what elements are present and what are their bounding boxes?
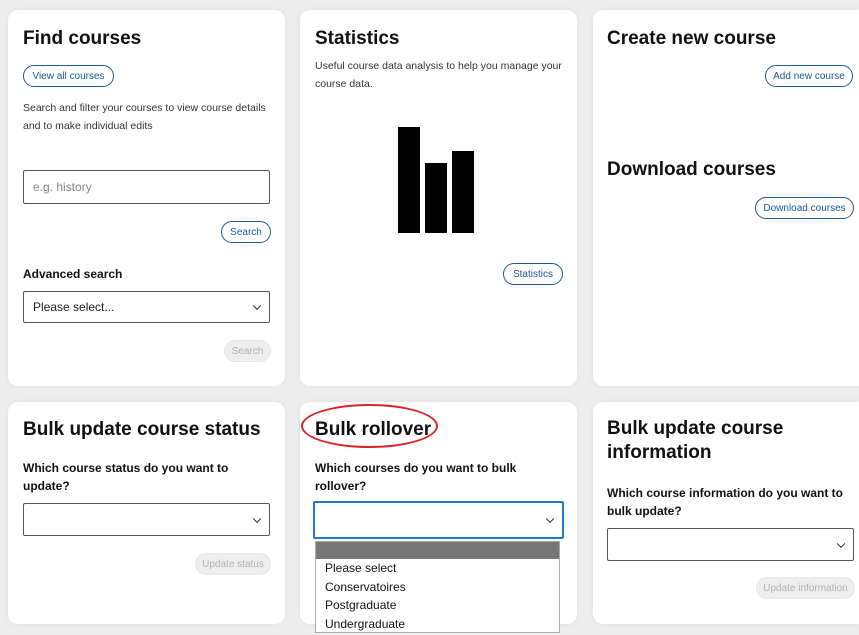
statistics-card: Statistics Useful course data analysis t…: [300, 10, 577, 386]
bulk-info-question: Which course information do you want to …: [607, 486, 843, 518]
view-all-courses-button[interactable]: View all courses: [23, 65, 114, 87]
find-courses-title: Find courses: [23, 28, 142, 49]
download-courses-button[interactable]: Download courses: [755, 197, 854, 219]
course-information-select[interactable]: [607, 528, 854, 561]
bulk-status-card: Bulk update course status Which course s…: [8, 402, 285, 624]
bulk-status-title: Bulk update course status: [23, 419, 261, 440]
chevron-down-icon: [836, 539, 846, 548]
statistics-description: Useful course data analysis to help you …: [315, 60, 562, 90]
find-courses-description: Search and filter your courses to view c…: [23, 102, 266, 132]
update-status-button[interactable]: Update status: [195, 553, 271, 575]
course-search-input[interactable]: e.g. history: [23, 170, 270, 204]
bar-chart-icon: [398, 127, 474, 233]
rollover-option-conservatoires[interactable]: Conservatoires: [316, 578, 559, 597]
statistics-title: Statistics: [315, 28, 400, 49]
chevron-down-icon: [252, 514, 262, 523]
bulk-info-title: Bulk update course information: [607, 418, 784, 463]
chevron-down-icon: [252, 301, 262, 311]
chevron-down-icon: [545, 514, 555, 524]
highlighted-option[interactable]: [316, 542, 559, 559]
download-courses-title: Download courses: [607, 159, 776, 180]
rollover-option-postgraduate[interactable]: Postgraduate: [316, 596, 559, 615]
rollover-option-undergraduate[interactable]: Undergraduate: [316, 615, 559, 634]
add-new-course-button[interactable]: Add new course: [765, 65, 853, 87]
create-download-card: Create new course Add new course Downloa…: [593, 10, 859, 386]
course-status-select[interactable]: [23, 503, 270, 536]
advanced-search-label: Advanced search: [23, 267, 123, 281]
course-search-placeholder: e.g. history: [33, 180, 92, 194]
create-course-title: Create new course: [607, 28, 776, 49]
bulk-info-card: Bulk update course information Which cou…: [593, 402, 859, 624]
statistics-button[interactable]: Statistics: [503, 263, 563, 285]
advanced-search-select[interactable]: Please select...: [23, 291, 270, 323]
highlight-annotation-ellipse: [301, 404, 438, 448]
bulk-rollover-question: Which courses do you want to bulk rollov…: [315, 461, 517, 493]
rollover-options-list: Please select Conservatoires Postgraduat…: [315, 541, 560, 633]
search-button[interactable]: Search: [221, 221, 271, 243]
advanced-search-value: Please select...: [33, 300, 115, 314]
bulk-status-question: Which course status do you want to updat…: [23, 461, 229, 493]
rollover-option-please-select[interactable]: Please select: [316, 559, 559, 578]
update-information-button[interactable]: Update information: [756, 577, 855, 599]
find-courses-card: Find courses View all courses Search and…: [8, 10, 285, 386]
advanced-search-button[interactable]: Search: [224, 340, 271, 362]
rollover-courses-select[interactable]: [313, 501, 564, 539]
